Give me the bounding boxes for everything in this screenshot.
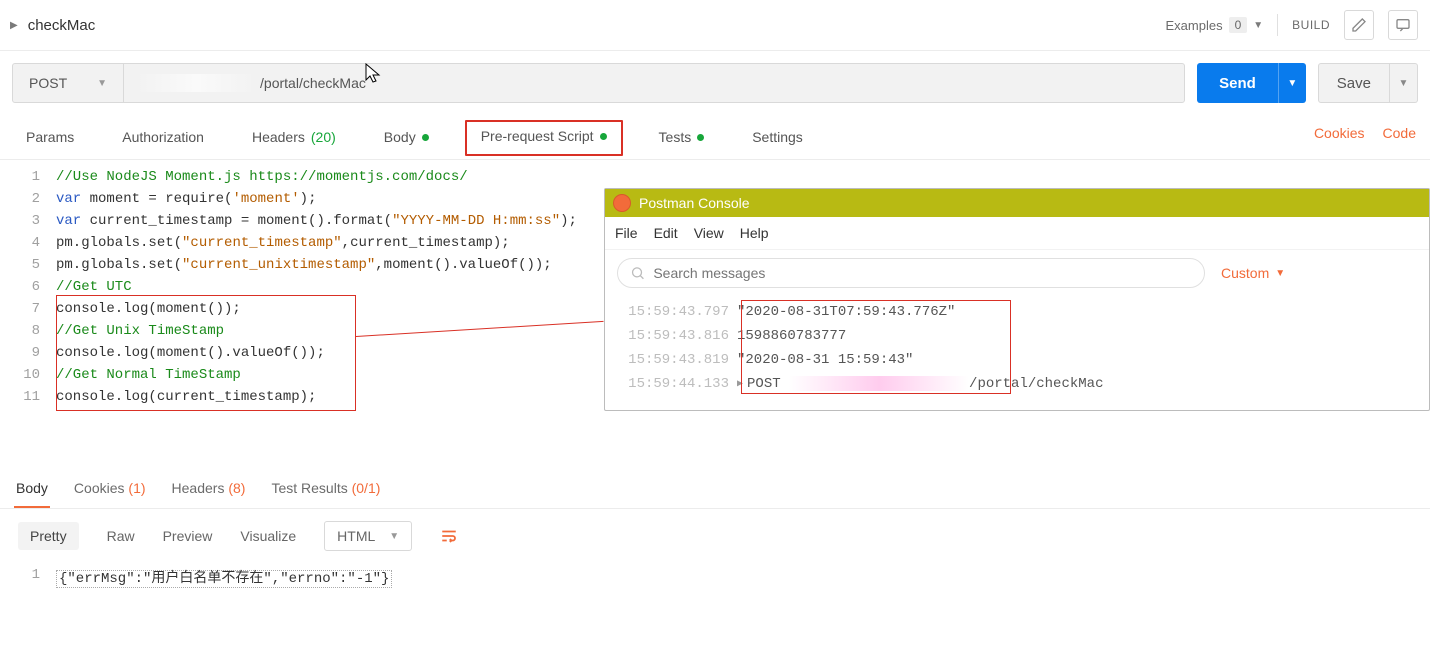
tab-authorization[interactable]: Authorization	[110, 119, 216, 159]
postman-logo-icon	[613, 194, 631, 212]
modified-dot-icon	[697, 134, 704, 141]
console-search-input[interactable]	[653, 265, 1192, 281]
line-gutter: 1234567891011	[0, 166, 56, 474]
url-input[interactable]: /portal/checkMac	[124, 74, 1184, 92]
request-tabs: Params Authorization Headers (20) Body P…	[0, 103, 1430, 160]
examples-dropdown[interactable]: Examples 0 ▼	[1165, 17, 1263, 33]
view-raw[interactable]: Raw	[107, 528, 135, 544]
log-timestamp: 15:59:43.816	[617, 328, 737, 344]
chevron-down-icon: ▼	[1275, 268, 1285, 279]
chevron-down-icon: ▼	[389, 531, 399, 542]
http-method-select[interactable]: POST ▼	[13, 64, 124, 102]
postman-console-window: Postman Console File Edit View Help Cust…	[604, 188, 1430, 411]
url-row: POST ▼ /portal/checkMac Send ▼ Save ▼	[0, 51, 1430, 103]
modified-dot-icon	[422, 134, 429, 141]
edit-icon[interactable]	[1344, 10, 1374, 40]
url-visible-part: /portal/checkMac	[260, 75, 366, 91]
search-icon	[630, 265, 645, 281]
console-log-rows: 15:59:43.797 "2020-08-31T07:59:43.776Z" …	[605, 298, 1429, 410]
console-menu: File Edit View Help	[605, 217, 1429, 250]
console-search[interactable]	[617, 258, 1205, 288]
console-row[interactable]: 15:59:43.816 1598860783777	[605, 324, 1429, 348]
console-row[interactable]: 15:59:43.819 "2020-08-31 15:59:43"	[605, 348, 1429, 372]
tab-body[interactable]: Body	[372, 119, 441, 159]
console-row-request[interactable]: 15:59:44.133 ▶ POST /portal/checkMac	[605, 372, 1429, 396]
log-timestamp: 15:59:44.133	[617, 376, 737, 392]
chevron-down-icon: ▼	[1399, 78, 1409, 89]
save-button[interactable]: Save	[1318, 63, 1390, 103]
tab-settings[interactable]: Settings	[740, 119, 815, 159]
code-line-1: //Use NodeJS Moment.js https://momentjs.…	[56, 169, 468, 185]
view-preview[interactable]: Preview	[163, 528, 213, 544]
log-timestamp: 15:59:43.819	[617, 352, 737, 368]
log-timestamp: 15:59:43.797	[617, 304, 737, 320]
request-name: checkMac	[28, 17, 96, 34]
examples-label: Examples	[1165, 18, 1222, 33]
cookies-link[interactable]: Cookies	[1314, 125, 1365, 141]
send-button[interactable]: Send	[1197, 63, 1278, 103]
console-titlebar[interactable]: Postman Console	[605, 189, 1429, 217]
menu-help[interactable]: Help	[740, 225, 769, 241]
annotation-box	[741, 300, 1011, 394]
code-link[interactable]: Code	[1383, 125, 1416, 141]
menu-file[interactable]: File	[615, 225, 638, 241]
save-dropdown[interactable]: ▼	[1390, 63, 1418, 103]
modified-dot-icon	[600, 133, 607, 140]
tab-prerequest-script[interactable]: Pre-request Script	[465, 120, 623, 156]
console-row[interactable]: 15:59:43.797 "2020-08-31T07:59:43.776Z"	[605, 300, 1429, 324]
wrap-lines-icon[interactable]	[440, 527, 458, 545]
comment-icon[interactable]	[1388, 10, 1418, 40]
build-label[interactable]: BUILD	[1292, 18, 1330, 32]
http-method: POST	[29, 75, 67, 91]
tab-params[interactable]: Params	[14, 119, 86, 159]
menu-edit[interactable]: Edit	[654, 225, 678, 241]
format-select[interactable]: HTML ▼	[324, 521, 412, 551]
view-pretty[interactable]: Pretty	[18, 522, 79, 550]
response-body-text: {"errMsg":"用户白名单不存在","errno":"-1"}	[56, 570, 392, 588]
response-toolbar: Pretty Raw Preview Visualize HTML ▼	[0, 509, 1430, 563]
console-title: Postman Console	[639, 195, 750, 211]
response-body: 1 {"errMsg":"用户白名单不存在","errno":"-1"}	[0, 563, 1430, 607]
annotation-box	[56, 295, 356, 411]
tab-tests[interactable]: Tests	[647, 119, 717, 159]
console-toolbar: Custom ▼	[605, 250, 1429, 298]
tab-headers[interactable]: Headers (20)	[240, 119, 348, 159]
url-hidden-part	[136, 74, 256, 92]
console-filter-custom[interactable]: Custom ▼	[1221, 265, 1285, 281]
collapse-icon[interactable]: ▶	[10, 20, 18, 31]
view-visualize[interactable]: Visualize	[240, 528, 296, 544]
chevron-down-icon: ▼	[1287, 78, 1297, 89]
menu-view[interactable]: View	[694, 225, 724, 241]
examples-count: 0	[1229, 17, 1248, 33]
method-url: POST ▼ /portal/checkMac	[12, 63, 1185, 103]
divider	[1277, 14, 1278, 36]
chevron-down-icon: ▼	[97, 78, 107, 89]
chevron-down-icon: ▼	[1253, 20, 1263, 31]
send-dropdown[interactable]: ▼	[1278, 63, 1306, 103]
request-title-bar: ▶ checkMac Examples 0 ▼ BUILD	[0, 0, 1430, 51]
